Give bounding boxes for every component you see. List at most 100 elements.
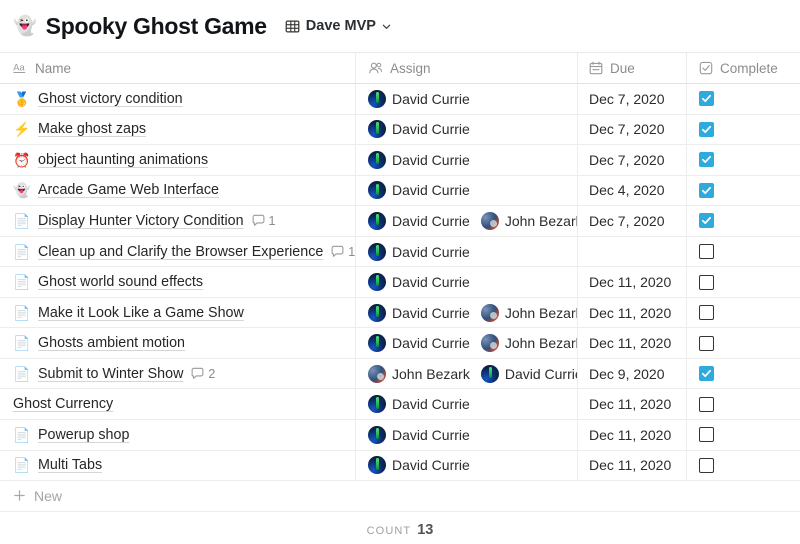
cell-name[interactable]: 📄 Make it Look Like a Game Show xyxy=(0,298,355,328)
cell-assign[interactable]: David Currie John Bezark xyxy=(355,328,577,358)
column-header-assign[interactable]: Assign xyxy=(355,53,577,83)
assignee[interactable]: David Currie xyxy=(368,242,470,261)
cell-complete[interactable] xyxy=(686,420,800,450)
table-row[interactable]: 📄 Make it Look Like a Game Show David Curr… xyxy=(0,297,800,329)
cell-name[interactable]: 📄 Ghost world sound effects xyxy=(0,267,355,297)
complete-checkbox[interactable] xyxy=(699,182,714,198)
cell-complete[interactable] xyxy=(686,114,800,145)
cell-complete[interactable] xyxy=(686,206,800,236)
cell-complete[interactable] xyxy=(686,84,800,114)
table-row[interactable]: 📄 Ghost world sound effects David Currie De… xyxy=(0,267,800,298)
row-title-link[interactable]: Powerup shop xyxy=(38,427,129,443)
cell-assign[interactable]: John Bezark David Currie xyxy=(355,358,577,389)
cell-due[interactable]: Dec 7, 2020 xyxy=(577,145,686,175)
complete-checkbox[interactable] xyxy=(699,121,714,137)
cell-assign[interactable]: David Currie xyxy=(355,175,577,206)
complete-checkbox[interactable] xyxy=(699,152,714,168)
table-row[interactable]: ⏰ object haunting animations David Currie D… xyxy=(0,145,800,176)
cell-name[interactable]: 📄 Ghosts ambient motion xyxy=(0,328,355,358)
assignee[interactable]: John Bezark xyxy=(480,211,577,230)
assignee[interactable]: John Bezark xyxy=(368,364,470,383)
count-summary[interactable]: Count 13 xyxy=(367,522,434,538)
assignee[interactable]: David Currie xyxy=(368,334,470,353)
complete-checkbox[interactable] xyxy=(699,274,714,290)
view-selector[interactable]: Dave MVP xyxy=(281,16,396,36)
cell-assign[interactable]: David Currie xyxy=(355,145,577,175)
row-title-link[interactable]: Multi Tabs xyxy=(38,457,102,473)
cell-name[interactable]: ⏰ object haunting animations xyxy=(0,145,355,175)
cell-name[interactable]: 📄 Submit to Winter Show 2 xyxy=(0,359,355,389)
cell-name[interactable]: 🥇 Ghost victory condition xyxy=(0,84,355,114)
assignee[interactable]: David Currie xyxy=(480,364,577,383)
table-row[interactable]: 📄 Clean up and Clarify the Browser Experi… xyxy=(0,236,800,268)
row-title-link[interactable]: Ghost Currency xyxy=(13,396,113,412)
comment-count-badge[interactable]: 1 xyxy=(252,214,276,228)
cell-due[interactable]: Dec 11, 2020 xyxy=(577,420,686,450)
assignee[interactable]: David Currie xyxy=(368,273,470,292)
cell-due[interactable]: Dec 11, 2020 xyxy=(577,328,686,358)
assignee[interactable]: David Currie xyxy=(368,150,470,169)
assignee[interactable]: David Currie xyxy=(368,211,470,230)
cell-complete[interactable] xyxy=(686,297,800,328)
table-row[interactable]: 📄 Multi Tabs David Currie Dec 11, 2020 xyxy=(0,450,800,482)
cell-complete[interactable] xyxy=(686,450,800,481)
row-title-link[interactable]: Make it Look Like a Game Show xyxy=(38,305,244,321)
cell-assign[interactable]: David Currie John Bezark xyxy=(355,206,577,236)
table-row[interactable]: 📄 Powerup shop David Currie Dec 11, 2020 xyxy=(0,420,800,451)
cell-assign[interactable]: David Currie xyxy=(355,267,577,297)
row-title-link[interactable]: Submit to Winter Show xyxy=(38,366,183,382)
column-header-name[interactable]: Aa Name xyxy=(0,53,355,83)
table-row[interactable]: 📄 Ghosts ambient motion David Currie John B… xyxy=(0,328,800,359)
assignee[interactable]: David Currie xyxy=(368,425,470,444)
cell-assign[interactable]: David Currie xyxy=(355,84,577,114)
table-row[interactable]: 📄 Submit to Winter Show 2 John Bezark David … xyxy=(0,358,800,390)
complete-checkbox[interactable] xyxy=(699,213,714,229)
cell-assign[interactable]: David Currie xyxy=(355,389,577,420)
row-title-link[interactable]: Ghosts ambient motion xyxy=(38,335,185,351)
row-title-link[interactable]: Ghost victory condition xyxy=(38,91,183,107)
table-row[interactable]: 👻 Arcade Game Web Interface David Currie De… xyxy=(0,175,800,207)
complete-checkbox[interactable] xyxy=(699,366,714,382)
cell-due[interactable]: Dec 7, 2020 xyxy=(577,206,686,236)
cell-assign[interactable]: David Currie xyxy=(355,450,577,481)
column-header-complete[interactable]: Complete xyxy=(686,53,800,83)
cell-complete[interactable] xyxy=(686,236,800,267)
cell-due[interactable]: Dec 9, 2020 xyxy=(577,358,686,389)
complete-checkbox[interactable] xyxy=(699,305,714,321)
assignee[interactable]: David Currie xyxy=(368,456,470,475)
comment-count-badge[interactable]: 2 xyxy=(191,367,215,381)
table-row[interactable]: 📄 Display Hunter Victory Condition 1 David … xyxy=(0,206,800,237)
table-row[interactable]: Ghost Currency David Currie Dec 11, 2020 xyxy=(0,389,800,421)
cell-due[interactable]: Dec 7, 2020 xyxy=(577,84,686,114)
assignee[interactable]: David Currie xyxy=(368,89,470,108)
complete-checkbox[interactable] xyxy=(699,457,714,473)
cell-name[interactable]: 📄 Clean up and Clarify the Browser Experi… xyxy=(0,237,355,267)
row-title-link[interactable]: Display Hunter Victory Condition xyxy=(38,213,244,229)
cell-complete[interactable] xyxy=(686,358,800,389)
assignee[interactable]: David Currie xyxy=(368,303,470,322)
cell-assign[interactable]: David Currie John Bezark xyxy=(355,297,577,328)
complete-checkbox[interactable] xyxy=(699,335,714,351)
cell-complete[interactable] xyxy=(686,328,800,358)
cell-assign[interactable]: David Currie xyxy=(355,420,577,450)
complete-checkbox[interactable] xyxy=(699,396,714,412)
column-header-due[interactable]: Due xyxy=(577,53,686,83)
new-row-button[interactable]: New xyxy=(0,481,800,512)
assignee[interactable]: David Currie xyxy=(368,120,470,139)
cell-complete[interactable] xyxy=(686,145,800,175)
cell-complete[interactable] xyxy=(686,389,800,420)
row-title-link[interactable]: Clean up and Clarify the Browser Experie… xyxy=(38,244,323,260)
cell-name[interactable]: 📄 Display Hunter Victory Condition 1 xyxy=(0,206,355,236)
cell-complete[interactable] xyxy=(686,175,800,206)
cell-complete[interactable] xyxy=(686,267,800,297)
cell-due[interactable]: Dec 7, 2020 xyxy=(577,114,686,145)
cell-name[interactable]: 📄 Powerup shop xyxy=(0,420,355,450)
cell-name[interactable]: 👻 Arcade Game Web Interface xyxy=(0,176,355,206)
assignee[interactable]: David Currie xyxy=(368,395,470,414)
complete-checkbox[interactable] xyxy=(699,244,714,259)
cell-due[interactable]: Dec 11, 2020 xyxy=(577,389,686,420)
assignee[interactable]: John Bezark xyxy=(480,303,577,322)
cell-due[interactable]: Dec 11, 2020 xyxy=(577,450,686,481)
cell-due[interactable]: Dec 11, 2020 xyxy=(577,297,686,328)
assignee[interactable]: David Currie xyxy=(368,181,470,200)
